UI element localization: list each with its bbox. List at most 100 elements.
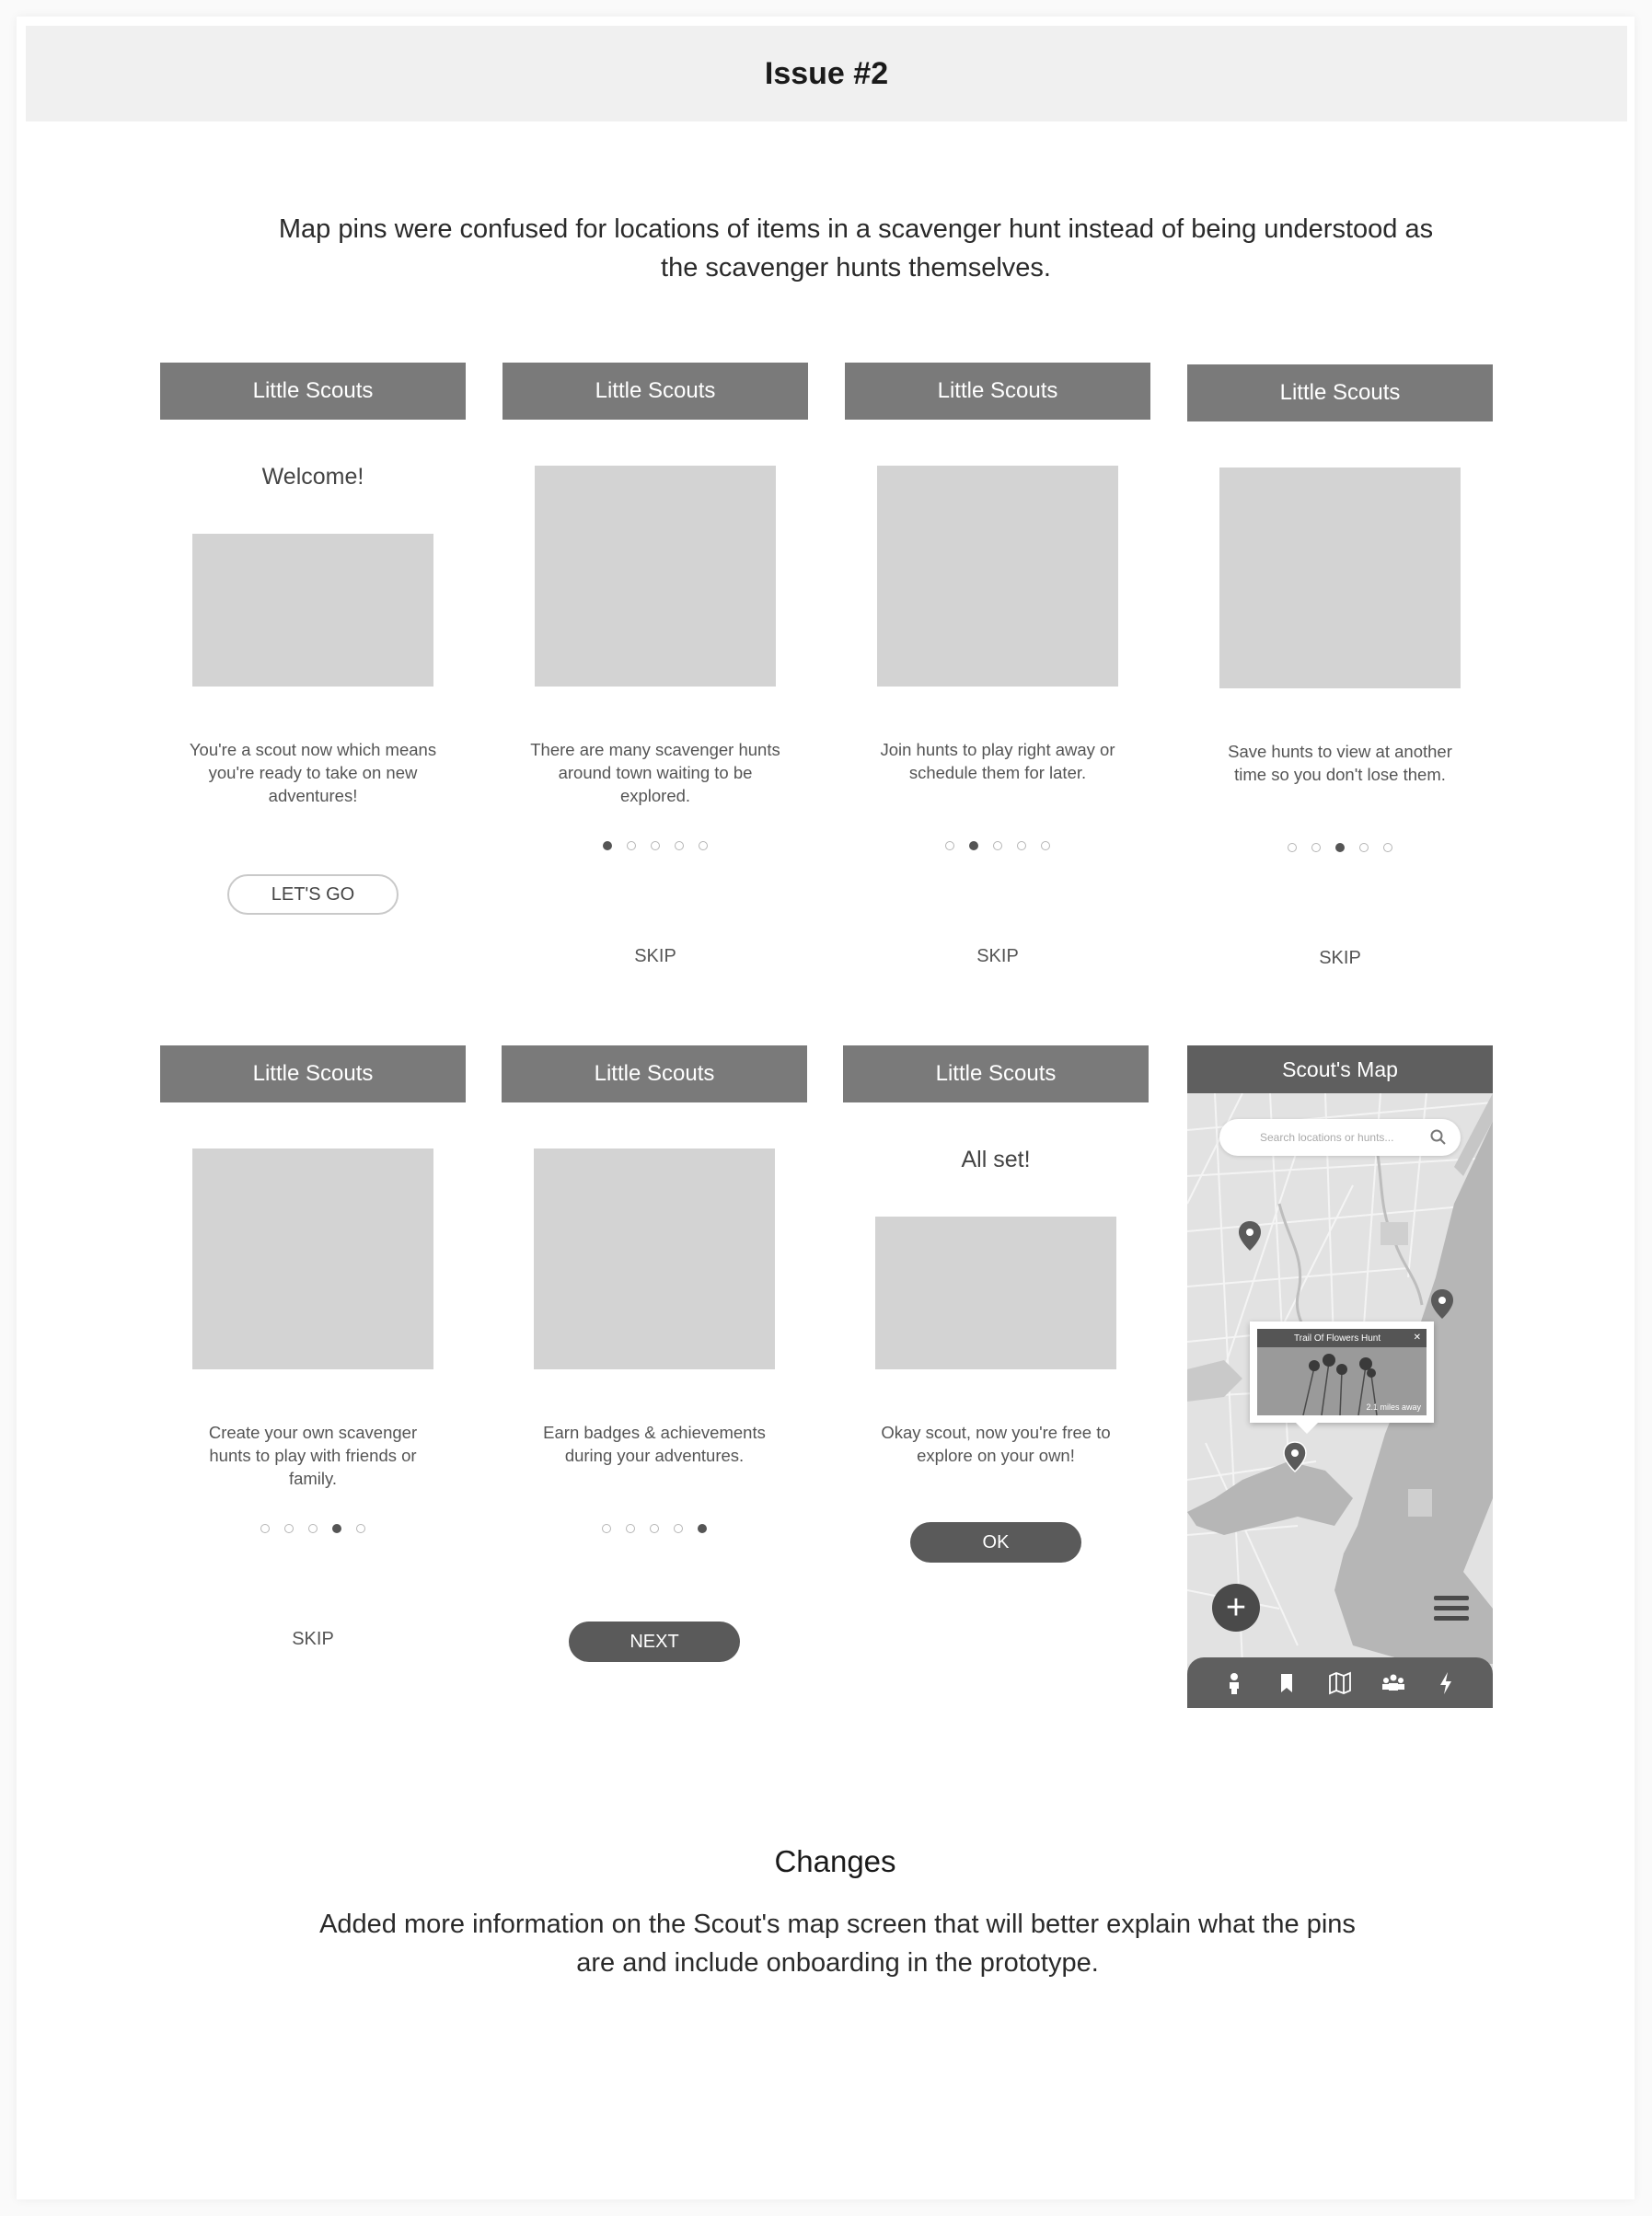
lightning-icon[interactable] — [1433, 1670, 1459, 1696]
image-placeholder — [192, 1148, 433, 1369]
onboarding-screen-6: Little Scouts Earn badges & achievements… — [502, 1045, 807, 1708]
pagination-dots — [502, 1524, 807, 1533]
skip-link[interactable]: SKIP — [845, 946, 1150, 967]
app-title: Little Scouts — [594, 1061, 715, 1086]
page-dot[interactable] — [993, 841, 1002, 850]
screen-caption: You're a scout now which means you're re… — [189, 740, 437, 805]
search-input[interactable] — [1260, 1131, 1426, 1144]
onboarding-screen-3: Little Scouts Join hunts to play right a… — [845, 363, 1150, 1025]
hunt-pin-icon[interactable] — [1238, 1220, 1262, 1252]
screen-heading: All set! — [961, 1147, 1031, 1172]
skip-link[interactable]: SKIP — [503, 946, 808, 967]
page-dot[interactable] — [1017, 841, 1026, 850]
app-topbar: Little Scouts — [503, 363, 808, 420]
screen-caption: Create your own scavenger hunts to play … — [208, 1423, 418, 1488]
app-title: Little Scouts — [595, 378, 716, 403]
pagination-dots — [845, 841, 1150, 850]
map-icon[interactable] — [1327, 1670, 1353, 1696]
pagination-dots — [1187, 843, 1493, 852]
image-placeholder — [877, 466, 1118, 687]
bottom-nav — [1187, 1657, 1493, 1708]
page-dot[interactable] — [699, 841, 708, 850]
page-dot[interactable] — [650, 1524, 659, 1533]
app-title: Little Scouts — [252, 378, 374, 403]
changes-title: Changes — [774, 1844, 896, 1878]
pagination-dots — [160, 1524, 466, 1533]
page-dot[interactable] — [1041, 841, 1050, 850]
popup-header: Trail Of Flowers Hunt ✕ — [1257, 1329, 1427, 1347]
search-icon[interactable] — [1429, 1128, 1448, 1147]
pagination-dots — [503, 841, 808, 850]
map-title: Scout's Map — [1282, 1056, 1398, 1081]
popup-title: Trail Of Flowers Hunt — [1294, 1333, 1381, 1344]
page-dot[interactable] — [1359, 843, 1369, 852]
onboarding-screen-4: Little Scouts Save hunts to view at anot… — [1187, 364, 1493, 1027]
hunt-preview-popup[interactable]: Trail Of Flowers Hunt ✕ 2.1 miles away — [1250, 1322, 1434, 1434]
close-icon[interactable]: ✕ — [1414, 1331, 1421, 1345]
image-placeholder — [534, 1148, 775, 1369]
page-dot[interactable] — [698, 1524, 707, 1533]
map-search-bar[interactable] — [1219, 1119, 1461, 1156]
app-topbar: Little Scouts — [502, 1045, 807, 1102]
app-topbar: Little Scouts — [1187, 364, 1493, 421]
page-dot[interactable] — [1288, 843, 1297, 852]
app-title: Little Scouts — [1279, 380, 1401, 405]
intro-text: Map pins were confused for locations of … — [278, 214, 1434, 283]
page-dot[interactable] — [626, 1524, 635, 1533]
popup-distance: 2.1 miles away — [1366, 1402, 1421, 1412]
menu-icon[interactable] — [1434, 1596, 1469, 1623]
changes-text: Added more information on the Scout's ma… — [319, 1910, 1356, 1978]
page-dot[interactable] — [945, 841, 954, 850]
bookmark-icon[interactable] — [1274, 1670, 1300, 1696]
next-button[interactable]: NEXT — [569, 1622, 740, 1662]
scouts-map-screen: Scout's Map Search locations or hunts...… — [1187, 1045, 1493, 1708]
image-placeholder — [192, 534, 433, 687]
page-dot[interactable] — [356, 1524, 365, 1533]
onboarding-screen-5: Little Scouts Create your own scavenger … — [160, 1045, 466, 1708]
page-dot[interactable] — [284, 1524, 294, 1533]
app-title: Little Scouts — [935, 1061, 1057, 1086]
hunt-pin-icon[interactable] — [1283, 1441, 1307, 1472]
image-placeholder — [1219, 467, 1461, 688]
screen-caption: Join hunts to play right away or schedul… — [880, 740, 1115, 782]
hunt-photo: 2.1 miles away — [1257, 1347, 1427, 1415]
app-topbar: Little Scouts — [845, 363, 1150, 420]
add-hunt-button[interactable]: + — [1212, 1584, 1260, 1632]
ok-button[interactable]: OK — [910, 1522, 1081, 1563]
skip-link[interactable]: SKIP — [1187, 948, 1493, 969]
screen-caption: There are many scavenger hunts around to… — [530, 740, 780, 805]
screen-caption: Save hunts to view at another time so yo… — [1228, 742, 1452, 784]
image-placeholder — [875, 1217, 1116, 1369]
page-dot[interactable] — [332, 1524, 341, 1533]
onboarding-screen-all-set: Little Scouts All set! Okay scout, now y… — [843, 1045, 1149, 1708]
issue-header: Issue #2 — [26, 26, 1627, 121]
page-dot[interactable] — [1311, 843, 1321, 852]
issue-title: Issue #2 — [764, 55, 889, 91]
page-dot[interactable] — [1383, 843, 1392, 852]
onboarding-screen-welcome: Little Scouts Welcome! You're a scout no… — [160, 363, 466, 1025]
lets-go-button[interactable]: LET'S GO — [227, 874, 399, 915]
page-dot[interactable] — [675, 841, 684, 850]
page-dot[interactable] — [308, 1524, 318, 1533]
page-dot[interactable] — [260, 1524, 270, 1533]
group-icon[interactable] — [1381, 1670, 1406, 1696]
page-dot[interactable] — [969, 841, 978, 850]
page-dot[interactable] — [651, 841, 660, 850]
map-topbar: Scout's Map — [1187, 1045, 1493, 1093]
image-placeholder — [535, 466, 776, 687]
app-title: Little Scouts — [252, 1061, 374, 1086]
page-dot[interactable] — [627, 841, 636, 850]
page-dot[interactable] — [602, 1524, 611, 1533]
page-dot[interactable] — [674, 1524, 683, 1533]
page-dot[interactable] — [603, 841, 612, 850]
app-topbar: Little Scouts — [160, 1045, 466, 1102]
skip-link[interactable]: SKIP — [160, 1629, 466, 1650]
app-title: Little Scouts — [937, 378, 1058, 403]
onboarding-screen-2: Little Scouts There are many scavenger h… — [503, 363, 808, 1025]
app-topbar: Little Scouts — [160, 363, 466, 420]
hunt-pin-icon[interactable] — [1430, 1288, 1454, 1320]
screen-heading: Welcome! — [261, 464, 364, 490]
person-icon[interactable] — [1221, 1670, 1247, 1696]
screen-caption: Okay scout, now you're free to explore o… — [881, 1423, 1111, 1465]
page-dot[interactable] — [1335, 843, 1345, 852]
